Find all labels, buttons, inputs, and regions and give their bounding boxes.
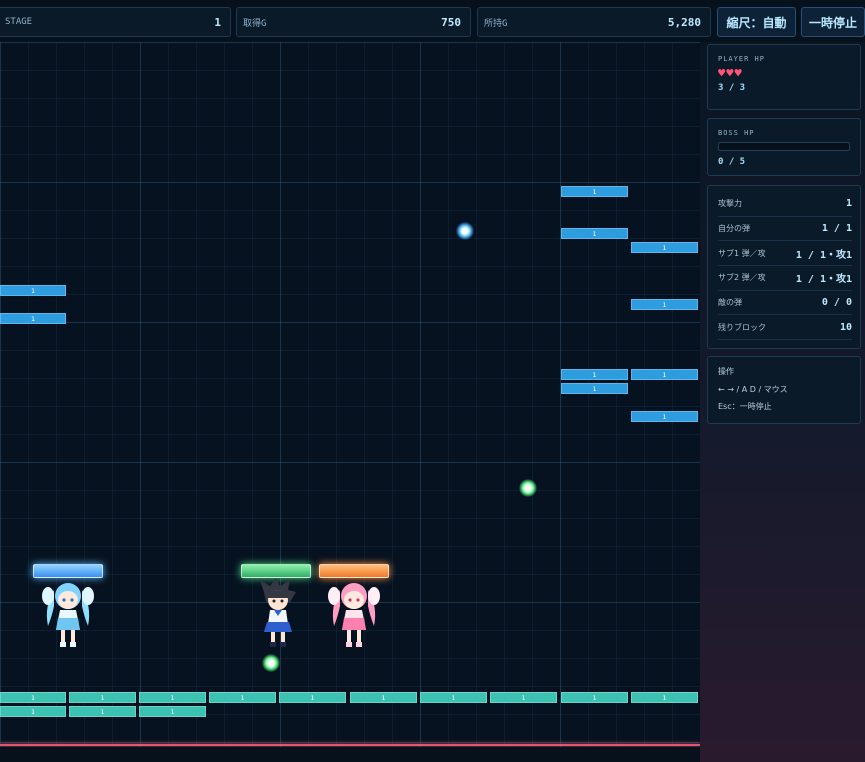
deadline-line [0, 744, 700, 746]
block: 1 [0, 692, 66, 703]
heart-icons: ♥♥♥ [718, 66, 743, 80]
owned-gold-box: 所持G 5,280 [477, 7, 711, 37]
sub-ball [519, 479, 537, 497]
block: 1 [139, 692, 206, 703]
block: 1 [631, 692, 698, 703]
block: 1 [631, 299, 698, 310]
stat-row-remaining-blocks: 残りブロック 10 [718, 315, 852, 341]
boss-hp-bar [718, 142, 850, 151]
block: 1 [209, 692, 276, 703]
pause-button[interactable]: 一時停止 [801, 7, 865, 37]
block: 1 [69, 692, 136, 703]
stat-key: サブ1 弾／攻 [718, 248, 766, 258]
boss-hp-value: 0 / 5 [718, 157, 746, 167]
player-hp-panel: PLAYER HP ♥♥♥ 3 / 3 [707, 44, 861, 110]
player-character [42, 583, 94, 647]
player-ball [456, 222, 474, 240]
block: 1 [139, 706, 206, 717]
stat-value: 0 / 0 [821, 297, 852, 309]
sub1-character [260, 578, 296, 647]
block: 1 [279, 692, 346, 703]
boss-hp-panel: BOSS HP 0 / 5 [707, 118, 861, 176]
controls-title: 操作 [718, 367, 734, 376]
block: 1 [631, 411, 698, 422]
side-panel: PLAYER HP ♥♥♥ 3 / 3 BOSS HP 0 / 5 攻撃力 1 自… [700, 42, 865, 762]
block: 1 [561, 383, 628, 394]
stat-row-sub2: サブ2 弾／攻 1 / 1・攻1 [718, 266, 852, 291]
stat-value: 1 / 1・攻1 [795, 249, 852, 261]
owned-gold-label: 所持G [484, 18, 508, 29]
block: 1 [0, 285, 66, 296]
play-field[interactable]: 1 1 1 1 1 1 1 1 1 1 1 1 1 1 1 1 1 1 1 1 … [0, 42, 700, 747]
owned-gold-value: 5,280 [667, 15, 701, 29]
stage-box: STAGE 1 [0, 7, 231, 37]
top-bar: STAGE 1 取得G 750 所持G 5,280 縮尺：自動 一時停止 [0, 0, 865, 42]
stat-value: 1 / 1・攻1 [795, 274, 852, 286]
stat-row-enemy-balls: 敵の弾 0 / 0 [718, 291, 852, 316]
sub-ball [262, 654, 280, 672]
block: 1 [561, 369, 628, 380]
stat-row-own-balls: 自分の弾 1 / 1 [718, 217, 852, 242]
stat-key: サブ2 弾／攻 [718, 273, 766, 283]
stat-key: 自分の弾 [718, 224, 750, 234]
earned-gold-label: 取得G [243, 18, 267, 29]
block: 1 [561, 186, 628, 197]
stat-key: 攻撃力 [718, 199, 742, 209]
stat-value: 1 [845, 198, 852, 210]
earned-gold-value: 750 [441, 15, 461, 29]
block: 1 [561, 692, 628, 703]
controls-move: ← → / A D / マウス [718, 385, 788, 394]
stage-value: 1 [214, 15, 221, 29]
stat-key: 敵の弾 [718, 298, 742, 308]
block: 1 [0, 706, 66, 717]
block: 1 [561, 228, 628, 239]
sub2-character [328, 583, 380, 647]
stage-label: STAGE [5, 17, 33, 27]
block: 1 [420, 692, 487, 703]
scale-auto-button[interactable]: 縮尺：自動 [717, 7, 796, 37]
controls-pause: Esc：一時停止 [718, 402, 772, 411]
stat-key: 残りブロック [718, 322, 766, 332]
player-hp-label: PLAYER HP [718, 55, 765, 63]
block: 1 [69, 706, 136, 717]
boss-hp-label: BOSS HP [718, 129, 755, 137]
stat-value: 1 / 1 [821, 223, 852, 235]
earned-gold-box: 取得G 750 [236, 7, 471, 37]
controls-panel: 操作 ← → / A D / マウス Esc：一時停止 [707, 356, 861, 424]
stat-value: 10 [839, 321, 852, 333]
block: 1 [631, 369, 698, 380]
stats-panel: 攻撃力 1 自分の弾 1 / 1 サブ1 弾／攻 1 / 1・攻1 サブ2 弾／攻 1 … [707, 185, 861, 349]
block: 1 [0, 313, 66, 324]
stat-row-attack: 攻撃力 1 [718, 192, 852, 217]
player-hp-value: 3 / 3 [718, 83, 746, 93]
block: 1 [490, 692, 557, 703]
stat-row-sub1: サブ1 弾／攻 1 / 1・攻1 [718, 241, 852, 267]
block: 1 [350, 692, 417, 703]
block: 1 [631, 242, 698, 253]
